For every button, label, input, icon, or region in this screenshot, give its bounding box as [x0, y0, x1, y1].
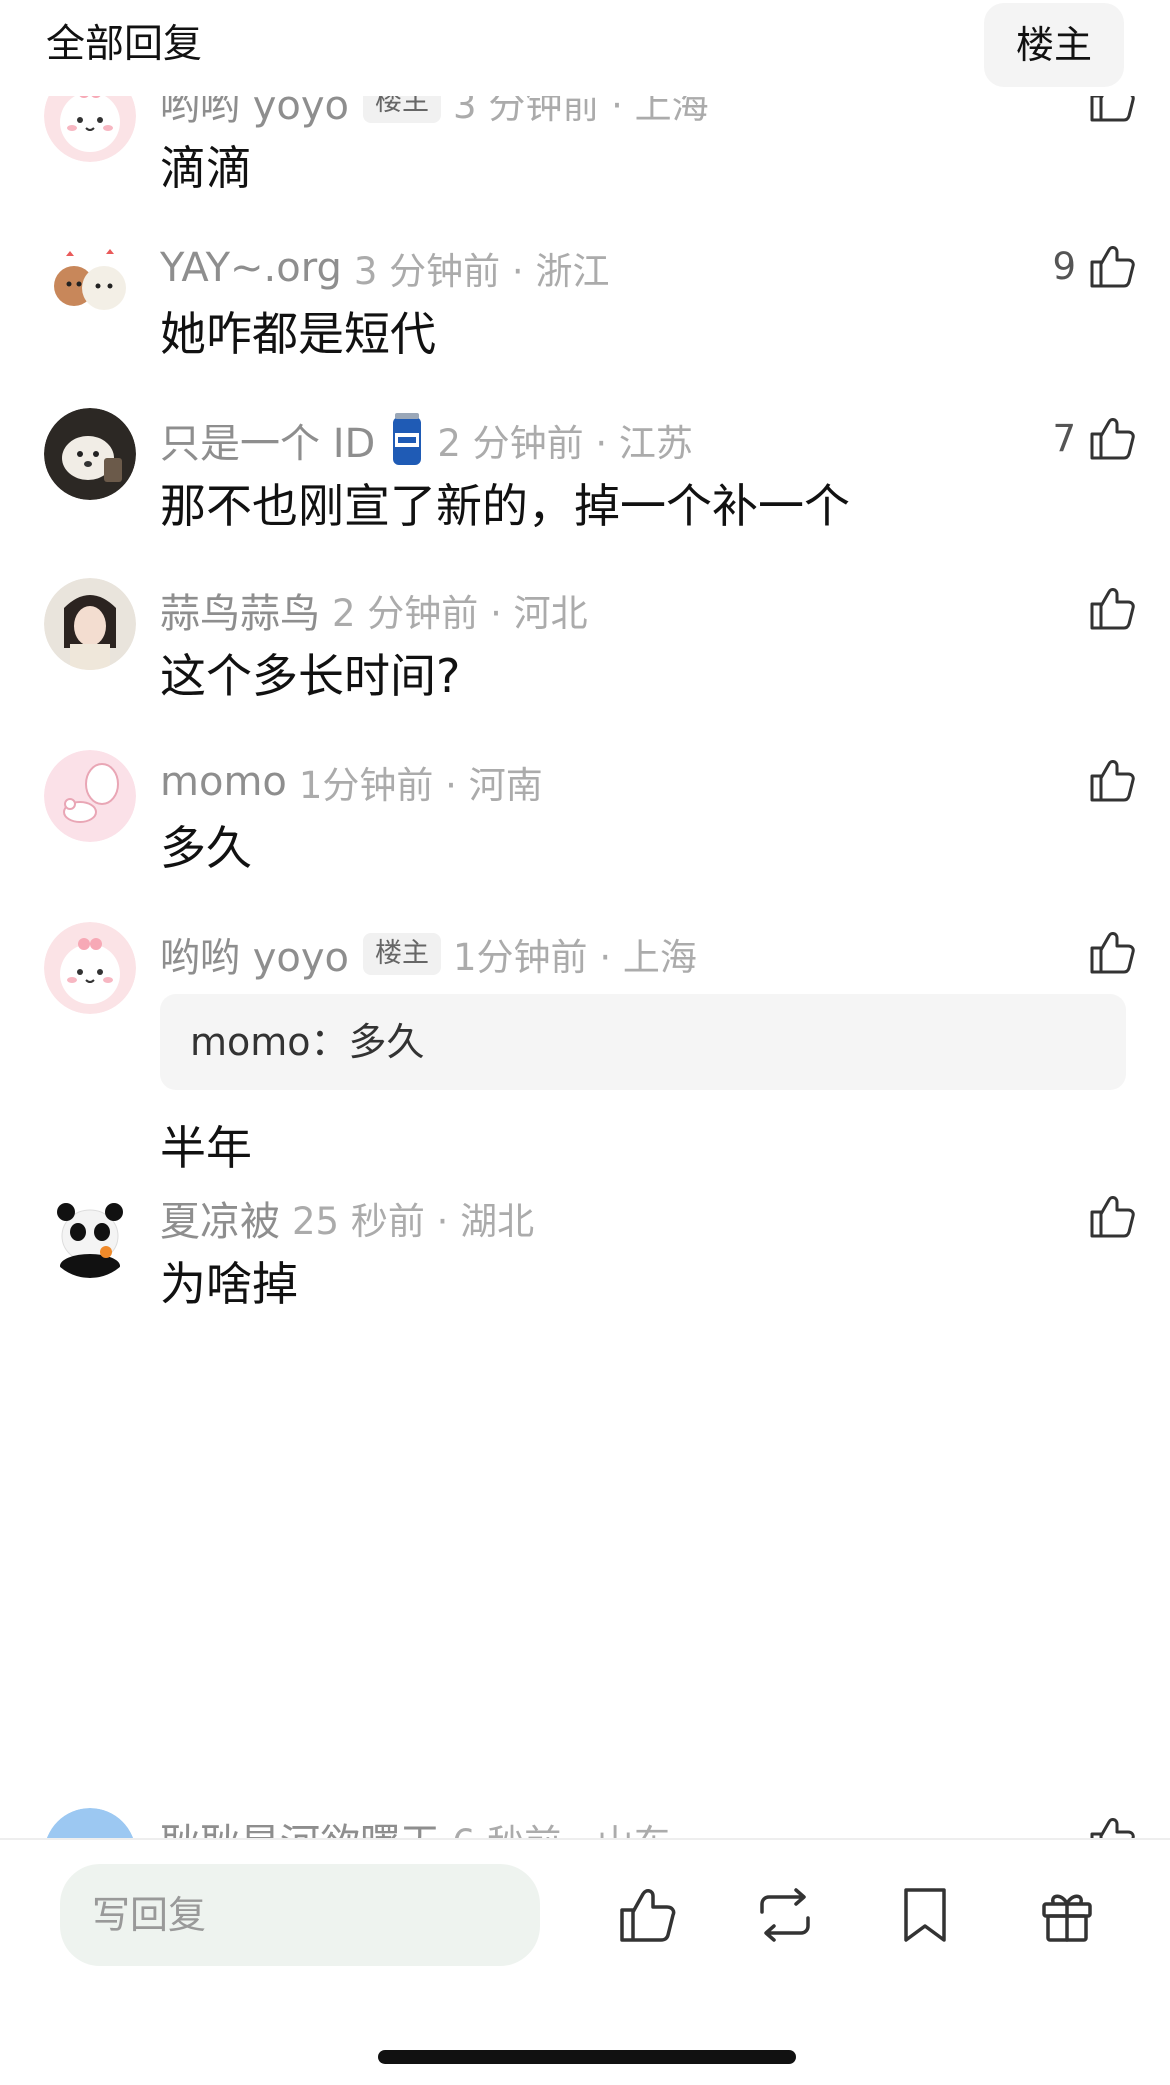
username[interactable]: 蒜鸟蒜鸟	[160, 581, 320, 639]
username[interactable]: momo	[160, 759, 287, 805]
reply-input[interactable]: 写回复	[60, 1864, 540, 1966]
repost-icon	[760, 1888, 810, 1942]
time-location: 3 分钟前 · 浙江	[353, 250, 610, 293]
comment-text: 那不也刚宣了新的，掉一个补一个	[160, 479, 850, 533]
thumbs-up-icon	[1086, 1190, 1138, 1242]
avatar[interactable]	[44, 1186, 136, 1278]
thumbs-up-icon	[1086, 926, 1138, 978]
like-button[interactable]	[1086, 1808, 1138, 1838]
thumbs-up-icon	[1086, 1812, 1138, 1838]
thumbs-up-icon	[1086, 412, 1138, 464]
like-count: 9	[1052, 244, 1076, 288]
owner-only-button[interactable]: 楼主	[984, 3, 1124, 87]
username[interactable]: 耿耿星河欲曙天	[160, 1811, 440, 1838]
beverage-can-icon	[389, 411, 425, 469]
like-count: 7	[1052, 416, 1076, 460]
avatar[interactable]	[44, 408, 136, 500]
owner-tag: 楼主	[363, 933, 442, 975]
bottom-action-bar: 写回复	[0, 1838, 1170, 2085]
bookmark-icon	[904, 1888, 946, 1942]
comment-list[interactable]: 哟哟 yoyo 楼主 3 分钟前 · 上海 滴滴 YAY~.org 3 分钟前 …	[0, 0, 1170, 1838]
avatar[interactable]	[44, 1808, 136, 1838]
username[interactable]: YAY~.org	[160, 245, 342, 291]
avatar[interactable]	[44, 236, 136, 328]
comment-text: 多久	[160, 821, 252, 875]
avatar[interactable]	[44, 922, 136, 1014]
home-indicator	[378, 2050, 796, 2064]
thumbs-up-icon	[1086, 240, 1138, 292]
time-location: 25 秒前 · 湖北	[292, 1200, 535, 1243]
time-location: 6 秒前 · 山东	[452, 1813, 671, 1838]
comment-text: 半年	[160, 1121, 252, 1175]
time-location: 2 分钟前 · 河北	[332, 592, 588, 635]
username[interactable]: 夏凉被	[160, 1189, 280, 1247]
comment-text: 她咋都是短代	[160, 307, 436, 361]
gift-icon	[1042, 1894, 1092, 1942]
like-button[interactable]	[1086, 750, 1138, 810]
time-location: 1分钟前 · 上海	[453, 936, 697, 979]
like-button[interactable]: 7	[1052, 408, 1138, 468]
thumbs-up-icon	[1086, 754, 1138, 806]
comment-text: 这个多长时间?	[160, 649, 461, 703]
comment-text: 滴滴	[160, 141, 252, 195]
comment-text: 为啥掉	[160, 1257, 298, 1311]
time-location: 1分钟前 · 河南	[298, 764, 543, 807]
username[interactable]: 只是一个 ID	[160, 411, 375, 469]
like-button[interactable]	[1086, 922, 1138, 982]
bookmark-button[interactable]	[892, 1882, 958, 1948]
quoted-reply[interactable]: momo：多久	[160, 994, 1126, 1090]
avatar[interactable]	[44, 578, 136, 670]
like-button[interactable]	[1086, 1186, 1138, 1246]
like-button[interactable]: 9	[1052, 236, 1138, 296]
page-title: 全部回复	[46, 22, 203, 67]
repost-button[interactable]	[752, 1882, 818, 1948]
thumbs-up-icon	[1086, 582, 1138, 634]
gift-button[interactable]	[1034, 1882, 1100, 1948]
username[interactable]: 哟哟 yoyo	[160, 925, 349, 983]
top-header: 全部回复 楼主	[0, 0, 1170, 96]
avatar[interactable]	[44, 750, 136, 842]
thumbs-up-icon	[620, 1889, 676, 1942]
time-location: 2 分钟前 · 江苏	[437, 422, 693, 465]
like-button[interactable]	[1086, 578, 1138, 638]
like-post-button[interactable]	[614, 1882, 680, 1948]
